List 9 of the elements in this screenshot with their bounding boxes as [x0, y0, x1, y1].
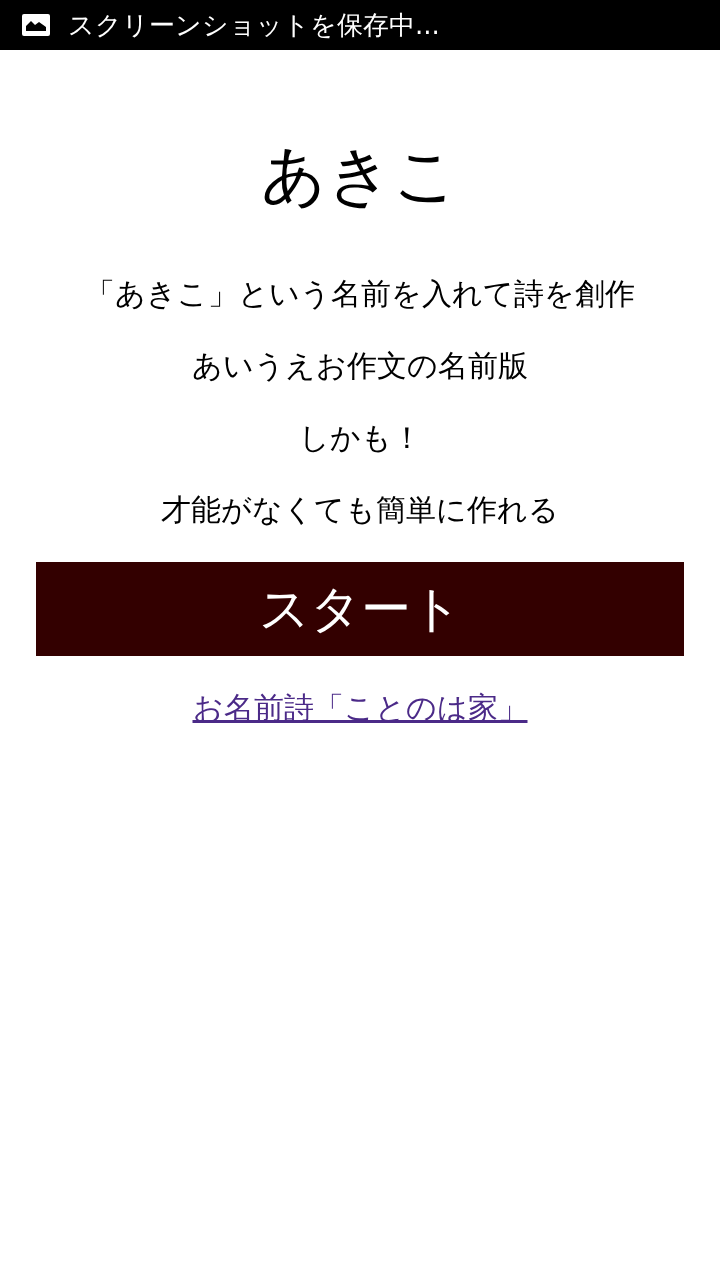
description-text: 才能がなくても簡単に作れる: [161, 491, 559, 529]
image-icon: [22, 14, 50, 36]
description-text: しかも！: [298, 419, 422, 457]
app-title: あきこ: [261, 137, 459, 214]
site-link[interactable]: お名前詩「ことのは家」: [192, 688, 528, 728]
description-text: 「あきこ」という名前を入れて詩を創作: [85, 275, 635, 313]
description-text: あいうえお作文の名前版: [192, 347, 528, 385]
start-button[interactable]: スタート: [36, 562, 684, 656]
notification-text: スクリーンショットを保存中...: [68, 9, 440, 41]
